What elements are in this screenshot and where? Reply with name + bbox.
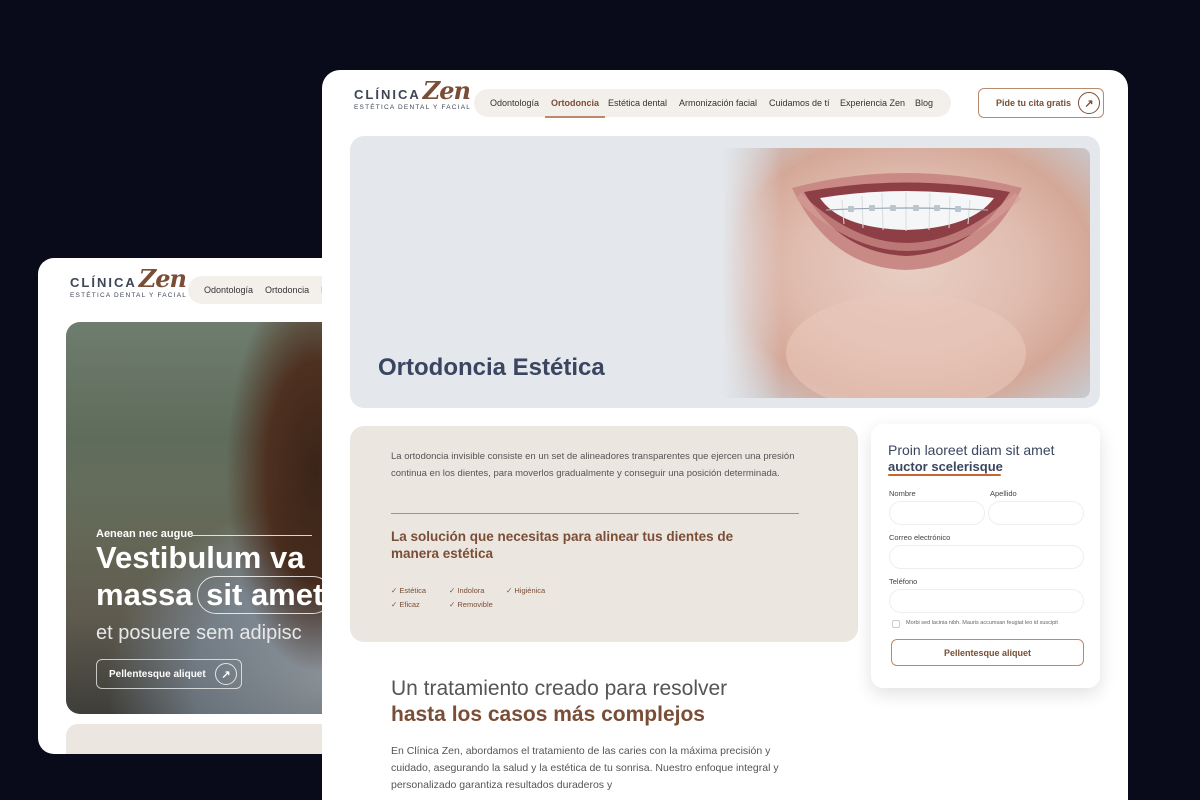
description-heading: La solución que necesitas para alinear t… (391, 529, 734, 561)
kicker-divider (192, 535, 312, 536)
logo-wordmark: CLÍNICA (354, 87, 421, 102)
logo-script: Zen (138, 264, 187, 293)
hero-banner: Ortodoncia Estética (350, 136, 1100, 408)
page-title: Ortodoncia Estética (378, 354, 605, 381)
telefono-input[interactable] (889, 589, 1084, 613)
benefit-label: Eficaz (399, 600, 420, 609)
consent-text: Morbi sed lacinia nibh. Mauris accumsan … (906, 620, 1058, 626)
email-label: Correo electrónico (889, 533, 951, 542)
contact-form: Proin laoreet diam sit amet auctor scele… (871, 424, 1100, 688)
highlight-underline (888, 474, 1001, 476)
brand-logo[interactable]: CLÍNICA Zen ESTÉTICA DENTAL Y FACIAL (70, 264, 188, 300)
hero-cta-label: Pellentesque aliquet (109, 668, 206, 680)
section-title-light: Un tratamiento creado para resolver (391, 677, 728, 700)
nav-item-ortodoncia[interactable]: Ortodoncia (265, 285, 309, 295)
nav-item-blog[interactable]: Blog (915, 89, 933, 117)
nombre-label: Nombre (889, 489, 916, 498)
apellido-label: Apellido (990, 489, 1017, 498)
mobile-preview-window: CLÍNICA Zen ESTÉTICA DENTAL Y FACIAL Odo… (38, 258, 358, 754)
logo-tagline: ESTÉTICA DENTAL Y FACIAL (354, 104, 472, 111)
logo-script: Zen (422, 76, 471, 105)
nav-item-experiencia-zen[interactable]: Experiencia Zen (840, 89, 905, 117)
consent-checkbox[interactable] (892, 620, 900, 628)
hero-cta-button[interactable]: Pellentesque aliquet ↗ (96, 659, 242, 689)
apellido-input[interactable] (988, 501, 1084, 525)
benefit-item: ✓ Removible (449, 600, 493, 609)
book-appointment-button[interactable]: Pide tu cita gratis ↗ (978, 88, 1104, 118)
desktop-preview-window: CLÍNICA Zen ESTÉTICA DENTAL Y FACIAL Odo… (322, 70, 1128, 800)
benefit-item: ✓ Eficaz (391, 600, 420, 609)
benefit-item: ✓ Indolora (449, 586, 484, 595)
benefit-label: Estética (399, 586, 427, 595)
hero-title: Vestibulum va massa sit amet (96, 540, 333, 614)
logo-wordmark: CLÍNICA (70, 275, 137, 290)
hero-title-line-1: Vestibulum va (96, 540, 305, 575)
form-submit-button[interactable]: Pellentesque aliquet (891, 639, 1084, 666)
next-section-card (66, 724, 358, 754)
treatment-section: Un tratamiento creado para resolver hast… (391, 676, 811, 794)
email-input[interactable] (889, 545, 1084, 569)
description-text: La ortodoncia invisible consiste en un s… (391, 451, 795, 479)
arrow-up-right-icon: ↗ (1078, 92, 1100, 114)
hero-title-highlight: sit amet (197, 576, 333, 614)
treatment-description-card: La ortodoncia invisible consiste en un s… (350, 426, 858, 642)
nombre-input[interactable] (889, 501, 985, 525)
logo-tagline: ESTÉTICA DENTAL Y FACIAL (70, 292, 188, 299)
nav-item-estetica-dental[interactable]: Estética dental (608, 89, 667, 117)
hero-banner: Aenean nec augue Vestibulum va massa sit… (66, 322, 358, 714)
smile-photo (722, 148, 1090, 398)
section-title-bold: hasta los casos más complejos (391, 703, 705, 726)
main-nav: Odontología Ortodoncia Estética dental A… (474, 89, 951, 118)
nav-item-armonizacion-facial[interactable]: Armonización facial (679, 89, 757, 117)
divider (391, 513, 799, 514)
book-appointment-label: Pide tu cita gratis (996, 98, 1072, 108)
hero-title-word: massa (96, 577, 193, 612)
nav-item-ortodoncia[interactable]: Ortodoncia (544, 89, 606, 118)
nav-item-cuidamos-de-ti[interactable]: Cuidamos de tí (769, 89, 830, 117)
nav-item-odontologia[interactable]: Odontología (204, 285, 253, 295)
benefit-label: Removible (457, 600, 493, 609)
hero-kicker: Aenean nec augue (96, 528, 194, 540)
benefit-label: Indolora (457, 586, 485, 595)
form-title-highlight: auctor scelerisque (888, 459, 1003, 476)
nav-item-odontologia[interactable]: Odontología (490, 89, 539, 117)
benefit-item: ✓ Higiénica (506, 586, 545, 595)
section-paragraph: En Clínica Zen, abordamos el tratamiento… (391, 745, 779, 791)
benefit-label: Higiénica (514, 586, 546, 595)
hero-title-line-2: massa sit amet (96, 576, 333, 614)
form-title: Proin laoreet diam sit amet (888, 442, 1055, 458)
arrow-up-right-icon: ↗ (215, 663, 237, 685)
telefono-label: Teléfono (889, 577, 918, 586)
photo-fade (722, 148, 782, 398)
brand-logo[interactable]: CLÍNICA Zen ESTÉTICA DENTAL Y FACIAL (354, 76, 472, 112)
benefit-item: ✓ Estética (391, 586, 426, 595)
hero-overlay (66, 322, 358, 714)
hero-subtitle: et posuere sem adipisc (96, 622, 302, 644)
form-title-highlight-text: auctor scelerisque (888, 459, 1003, 474)
